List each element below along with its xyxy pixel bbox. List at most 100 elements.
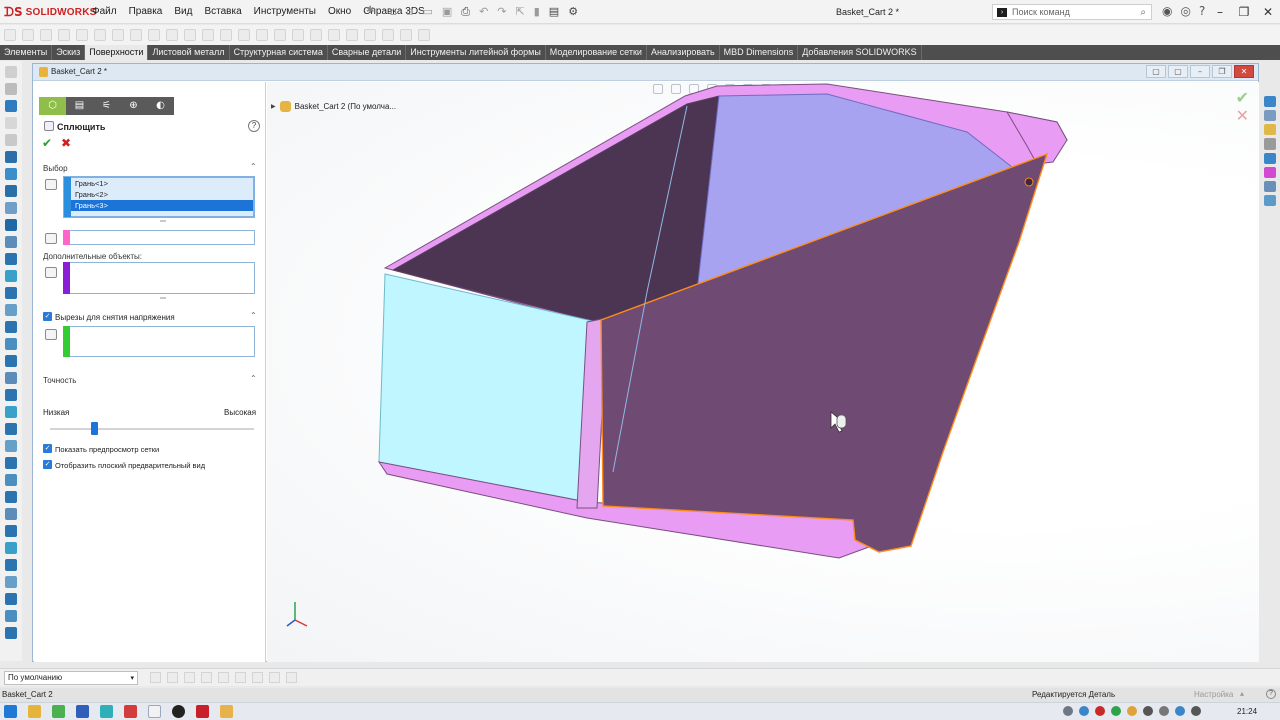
tool-icon-22[interactable] [5, 423, 17, 435]
tool-icon-4[interactable] [5, 117, 17, 129]
tray-app2-icon[interactable] [1111, 706, 1121, 716]
tool-icon-13[interactable] [5, 270, 17, 282]
app-icon-red[interactable] [124, 705, 137, 718]
file-properties-icon[interactable]: ▤ [549, 5, 559, 19]
tool-icon-10[interactable] [5, 219, 17, 231]
minimize-button[interactable]: – [1208, 0, 1232, 24]
appearances-icon[interactable] [1264, 166, 1276, 178]
face-list-item[interactable]: Грань<1> [65, 178, 253, 189]
doc-restore-button[interactable]: ❐ [1212, 65, 1232, 78]
tray-app4-icon[interactable] [1143, 706, 1153, 716]
filled-surface-icon[interactable] [94, 29, 106, 41]
ok-button[interactable]: ✔ [42, 136, 52, 150]
tab-sketch[interactable]: Эскиз [52, 45, 86, 60]
tool-icon-31[interactable] [5, 576, 17, 588]
help-icon[interactable]: ? [1199, 4, 1205, 18]
surface-flatten-icon[interactable] [184, 29, 196, 41]
property-manager-tab-icon[interactable]: ▤ [66, 97, 93, 115]
resize-handle[interactable] [160, 220, 166, 222]
app-icon-green[interactable] [52, 705, 65, 718]
options-icon[interactable]: ⚙ [568, 5, 578, 19]
instant3d-icon[interactable] [418, 29, 430, 41]
resize-handle[interactable] [160, 297, 166, 299]
menu-window[interactable]: Окно [328, 6, 351, 17]
surface-sweep-icon[interactable] [40, 29, 52, 41]
feature-manager-tab-icon[interactable]: ⬡ [39, 97, 66, 115]
face-list-item[interactable]: Грань<2> [65, 189, 253, 200]
tool-icon-2[interactable] [5, 83, 17, 95]
status-arrow-icon[interactable]: ▴ [1240, 689, 1244, 698]
app-icon-black[interactable] [172, 705, 185, 718]
curves-icon[interactable] [400, 29, 412, 41]
doc-cascade-button[interactable]: ▢ [1168, 65, 1188, 78]
bottom-tool-icon-2[interactable] [167, 672, 178, 683]
tool-icon-20[interactable] [5, 389, 17, 401]
configuration-select[interactable]: По умолчанию ▾ [4, 671, 138, 685]
reference-geometry-icon[interactable] [382, 29, 394, 41]
tab-sheet-metal[interactable]: Листовой металл [148, 45, 230, 60]
tab-features[interactable]: Элементы [0, 45, 53, 60]
view-palette-icon[interactable] [1264, 152, 1276, 164]
solidworks-logo[interactable]: ᗪS SOLIDWORKS [4, 5, 97, 19]
collapse-relief-icon[interactable]: ⌃ [250, 311, 257, 320]
tool-icon-5[interactable] [5, 134, 17, 146]
bottom-tool-icon-6[interactable] [235, 672, 246, 683]
tool-icon-21[interactable] [5, 406, 17, 418]
tray-app-icon[interactable] [1095, 706, 1105, 716]
vertex-selection-box[interactable] [63, 230, 255, 245]
graphics-area[interactable]: ▶ Basket_Cart 2 (По умолча... ✔ ✕ [267, 82, 1259, 662]
doc-tile-button[interactable]: ▢ [1146, 65, 1166, 78]
custom-properties-icon[interactable] [1264, 180, 1276, 192]
cut-with-surface-icon[interactable] [364, 29, 376, 41]
pin-menu-icon[interactable]: ✱ [366, 5, 374, 16]
tab-surfaces[interactable]: Поверхности [85, 45, 149, 60]
menu-insert[interactable]: Вставка [204, 6, 241, 17]
planar-surface-icon[interactable] [130, 29, 142, 41]
help-icon[interactable]: ? [248, 120, 260, 132]
tab-addins[interactable]: Добавления SOLIDWORKS [798, 45, 922, 60]
tool-icon-27[interactable] [5, 508, 17, 520]
display-manager-tab-icon[interactable]: ◐ [147, 97, 174, 115]
solidworks-taskbar-icon[interactable] [196, 705, 209, 718]
bottom-tool-icon-4[interactable] [201, 672, 212, 683]
bottom-tool-icon-3[interactable] [184, 672, 195, 683]
menu-tools[interactable]: Инструменты [254, 6, 316, 17]
tool-icon-15[interactable] [5, 304, 17, 316]
redo-icon[interactable]: ↷ [497, 5, 506, 19]
tab-evaluate[interactable]: Анализировать [647, 45, 720, 60]
bottom-tool-icon-8[interactable] [269, 672, 280, 683]
tool-icon-19[interactable] [5, 372, 17, 384]
tool-icon-24[interactable] [5, 457, 17, 469]
open-icon[interactable]: ▭ [422, 5, 432, 19]
untrim-surface-icon[interactable] [256, 29, 268, 41]
chevron-down-icon[interactable]: ▾ [130, 672, 134, 684]
restore-button[interactable]: ❐ [1232, 0, 1256, 24]
tool-icon-34[interactable] [5, 627, 17, 639]
app-icon-teal[interactable] [100, 705, 113, 718]
bottom-tool-icon-1[interactable] [150, 672, 161, 683]
tool-icon-32[interactable] [5, 593, 17, 605]
relief-cuts-checkbox[interactable]: ✓ [43, 312, 52, 321]
tool-icon-26[interactable] [5, 491, 17, 503]
media-player-icon[interactable] [148, 705, 161, 718]
extend-surface-icon[interactable] [220, 29, 232, 41]
boundary-surface-icon[interactable] [76, 29, 88, 41]
knit-surface-icon[interactable] [274, 29, 286, 41]
tray-arrow-icon[interactable] [1063, 706, 1073, 716]
tool-icon-14[interactable] [5, 287, 17, 299]
surface-revolve-icon[interactable] [22, 29, 34, 41]
tool-icon-6[interactable] [5, 151, 17, 163]
tab-weldments[interactable]: Сварные детали [328, 45, 407, 60]
search-icon[interactable]: ⌕ [1140, 7, 1146, 18]
doc-close-button[interactable]: ✕ [1234, 65, 1254, 78]
collapse-accuracy-icon[interactable]: ⌃ [250, 374, 257, 383]
tool-icon-16[interactable] [5, 321, 17, 333]
home-pane-icon[interactable] [1264, 96, 1276, 108]
face-list-item-selected[interactable]: Грань<3> [65, 200, 253, 211]
surface-loft-icon[interactable] [58, 29, 70, 41]
tool-icon-11[interactable] [5, 236, 17, 248]
file-explorer-icon[interactable] [1264, 138, 1276, 150]
tool-icon-8[interactable] [5, 185, 17, 197]
tab-structure-system[interactable]: Структурная система [230, 45, 328, 60]
start-icon[interactable] [4, 705, 17, 718]
